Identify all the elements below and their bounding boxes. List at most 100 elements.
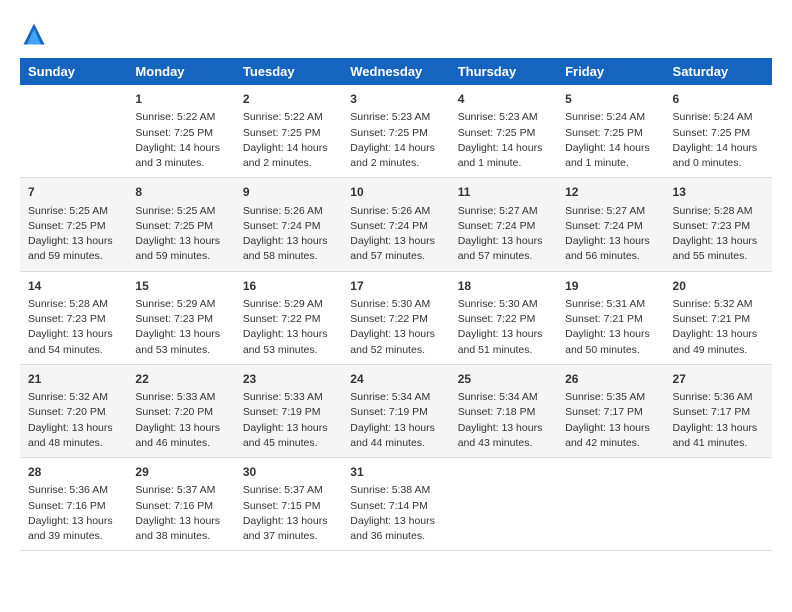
day-details: Sunrise: 5:29 AMSunset: 7:22 PMDaylight:… <box>243 297 334 358</box>
calendar-cell: 28Sunrise: 5:36 AMSunset: 7:16 PMDayligh… <box>20 458 127 551</box>
day-details: Sunrise: 5:33 AMSunset: 7:20 PMDaylight:… <box>135 390 226 451</box>
day-number: 16 <box>243 278 334 295</box>
week-row-1: 1 Sunrise: 5:22 AMSunset: 7:25 PMDaylight… <box>20 85 772 178</box>
day-details: Sunrise: 5:22 AMSunset: 7:25 PMDaylight:… <box>243 110 334 171</box>
day-details: Sunrise: 5:24 AMSunset: 7:25 PMDaylight:… <box>673 110 764 171</box>
calendar-cell: 30 Sunrise: 5:37 AMSunset: 7:15 PMDayligh… <box>235 458 342 551</box>
week-row-5: 28Sunrise: 5:36 AMSunset: 7:16 PMDayligh… <box>20 458 772 551</box>
day-details: Sunrise: 5:26 AMSunset: 7:24 PMDaylight:… <box>243 204 334 265</box>
calendar-cell: 3 Sunrise: 5:23 AMSunset: 7:25 PMDaylight… <box>342 85 449 178</box>
day-number: 20 <box>673 278 764 295</box>
day-number: 12 <box>565 184 656 201</box>
day-number: 18 <box>458 278 549 295</box>
day-details: Sunrise: 5:26 AMSunset: 7:24 PMDaylight:… <box>350 204 441 265</box>
day-details: Sunrise: 5:25 AMSunset: 7:25 PMDaylight:… <box>135 204 226 265</box>
day-number: 10 <box>350 184 441 201</box>
calendar-cell: 29 Sunrise: 5:37 AMSunset: 7:16 PMDayligh… <box>127 458 234 551</box>
day-details: Sunrise: 5:25 AMSunset: 7:25 PMDaylight:… <box>28 204 119 265</box>
calendar-cell: 11 Sunrise: 5:27 AMSunset: 7:24 PMDayligh… <box>450 178 557 271</box>
day-number: 25 <box>458 371 549 388</box>
calendar-cell <box>557 458 664 551</box>
calendar-cell: 23 Sunrise: 5:33 AMSunset: 7:19 PMDayligh… <box>235 364 342 457</box>
header-thursday: Thursday <box>450 58 557 85</box>
day-number: 28 <box>28 464 119 481</box>
day-number: 2 <box>243 91 334 108</box>
calendar-cell: 9 Sunrise: 5:26 AMSunset: 7:24 PMDaylight… <box>235 178 342 271</box>
calendar-cell: 10 Sunrise: 5:26 AMSunset: 7:24 PMDayligh… <box>342 178 449 271</box>
page-header <box>20 20 772 48</box>
header-tuesday: Tuesday <box>235 58 342 85</box>
day-number: 6 <box>673 91 764 108</box>
day-number: 14 <box>28 278 119 295</box>
day-number: 23 <box>243 371 334 388</box>
day-number: 9 <box>243 184 334 201</box>
day-details: Sunrise: 5:31 AMSunset: 7:21 PMDaylight:… <box>565 297 656 358</box>
calendar-cell: 4Sunrise: 5:23 AMSunset: 7:25 PMDaylight… <box>450 85 557 178</box>
day-number: 13 <box>673 184 764 201</box>
logo <box>20 20 52 48</box>
day-details: Sunrise: 5:37 AMSunset: 7:15 PMDaylight:… <box>243 483 334 544</box>
day-number: 30 <box>243 464 334 481</box>
calendar-cell: 22Sunrise: 5:33 AMSunset: 7:20 PMDayligh… <box>127 364 234 457</box>
calendar-cell: 14 Sunrise: 5:28 AMSunset: 7:23 PMDayligh… <box>20 271 127 364</box>
day-details: Sunrise: 5:37 AMSunset: 7:16 PMDaylight:… <box>135 483 226 544</box>
header-wednesday: Wednesday <box>342 58 449 85</box>
day-number: 26 <box>565 371 656 388</box>
day-details: Sunrise: 5:36 AMSunset: 7:17 PMDaylight:… <box>673 390 764 451</box>
day-number: 4 <box>458 91 549 108</box>
day-details: Sunrise: 5:38 AMSunset: 7:14 PMDaylight:… <box>350 483 441 544</box>
day-details: Sunrise: 5:22 AMSunset: 7:25 PMDaylight:… <box>135 110 226 171</box>
day-details: Sunrise: 5:23 AMSunset: 7:25 PMDaylight:… <box>350 110 441 171</box>
calendar-table: SundayMondayTuesdayWednesdayThursdayFrid… <box>20 58 772 551</box>
day-details: Sunrise: 5:30 AMSunset: 7:22 PMDaylight:… <box>350 297 441 358</box>
day-details: Sunrise: 5:28 AMSunset: 7:23 PMDaylight:… <box>28 297 119 358</box>
calendar-cell: 19Sunrise: 5:31 AMSunset: 7:21 PMDayligh… <box>557 271 664 364</box>
day-details: Sunrise: 5:30 AMSunset: 7:22 PMDaylight:… <box>458 297 549 358</box>
day-number: 1 <box>135 91 226 108</box>
calendar-cell: 18 Sunrise: 5:30 AMSunset: 7:22 PMDayligh… <box>450 271 557 364</box>
day-details: Sunrise: 5:34 AMSunset: 7:18 PMDaylight:… <box>458 390 549 451</box>
calendar-cell: 21Sunrise: 5:32 AMSunset: 7:20 PMDayligh… <box>20 364 127 457</box>
calendar-cell: 20 Sunrise: 5:32 AMSunset: 7:21 PMDayligh… <box>665 271 772 364</box>
header-monday: Monday <box>127 58 234 85</box>
header-friday: Friday <box>557 58 664 85</box>
calendar-cell: 27Sunrise: 5:36 AMSunset: 7:17 PMDayligh… <box>665 364 772 457</box>
day-number: 7 <box>28 184 119 201</box>
day-details: Sunrise: 5:27 AMSunset: 7:24 PMDaylight:… <box>565 204 656 265</box>
calendar-cell: 17 Sunrise: 5:30 AMSunset: 7:22 PMDayligh… <box>342 271 449 364</box>
week-row-3: 14 Sunrise: 5:28 AMSunset: 7:23 PMDayligh… <box>20 271 772 364</box>
calendar-cell: 26 Sunrise: 5:35 AMSunset: 7:17 PMDayligh… <box>557 364 664 457</box>
calendar-cell: 6 Sunrise: 5:24 AMSunset: 7:25 PMDaylight… <box>665 85 772 178</box>
day-number: 17 <box>350 278 441 295</box>
calendar-cell: 8 Sunrise: 5:25 AMSunset: 7:25 PMDaylight… <box>127 178 234 271</box>
day-number: 8 <box>135 184 226 201</box>
day-number: 3 <box>350 91 441 108</box>
calendar-cell: 25 Sunrise: 5:34 AMSunset: 7:18 PMDayligh… <box>450 364 557 457</box>
day-number: 11 <box>458 184 549 201</box>
day-details: Sunrise: 5:28 AMSunset: 7:23 PMDaylight:… <box>673 204 764 265</box>
day-details: Sunrise: 5:32 AMSunset: 7:21 PMDaylight:… <box>673 297 764 358</box>
week-row-2: 7 Sunrise: 5:25 AMSunset: 7:25 PMDaylight… <box>20 178 772 271</box>
logo-icon <box>20 20 48 48</box>
day-details: Sunrise: 5:27 AMSunset: 7:24 PMDaylight:… <box>458 204 549 265</box>
calendar-cell: 15Sunrise: 5:29 AMSunset: 7:23 PMDayligh… <box>127 271 234 364</box>
day-number: 21 <box>28 371 119 388</box>
calendar-cell <box>20 85 127 178</box>
header-saturday: Saturday <box>665 58 772 85</box>
day-details: Sunrise: 5:24 AMSunset: 7:25 PMDaylight:… <box>565 110 656 171</box>
calendar-header-row: SundayMondayTuesdayWednesdayThursdayFrid… <box>20 58 772 85</box>
day-number: 5 <box>565 91 656 108</box>
calendar-cell <box>665 458 772 551</box>
day-details: Sunrise: 5:33 AMSunset: 7:19 PMDaylight:… <box>243 390 334 451</box>
day-number: 31 <box>350 464 441 481</box>
calendar-cell: 31 Sunrise: 5:38 AMSunset: 7:14 PMDayligh… <box>342 458 449 551</box>
calendar-cell: 1 Sunrise: 5:22 AMSunset: 7:25 PMDaylight… <box>127 85 234 178</box>
calendar-cell: 7 Sunrise: 5:25 AMSunset: 7:25 PMDaylight… <box>20 178 127 271</box>
calendar-cell <box>450 458 557 551</box>
day-number: 15 <box>135 278 226 295</box>
header-sunday: Sunday <box>20 58 127 85</box>
day-number: 29 <box>135 464 226 481</box>
day-details: Sunrise: 5:35 AMSunset: 7:17 PMDaylight:… <box>565 390 656 451</box>
day-details: Sunrise: 5:34 AMSunset: 7:19 PMDaylight:… <box>350 390 441 451</box>
calendar-cell: 13 Sunrise: 5:28 AMSunset: 7:23 PMDayligh… <box>665 178 772 271</box>
